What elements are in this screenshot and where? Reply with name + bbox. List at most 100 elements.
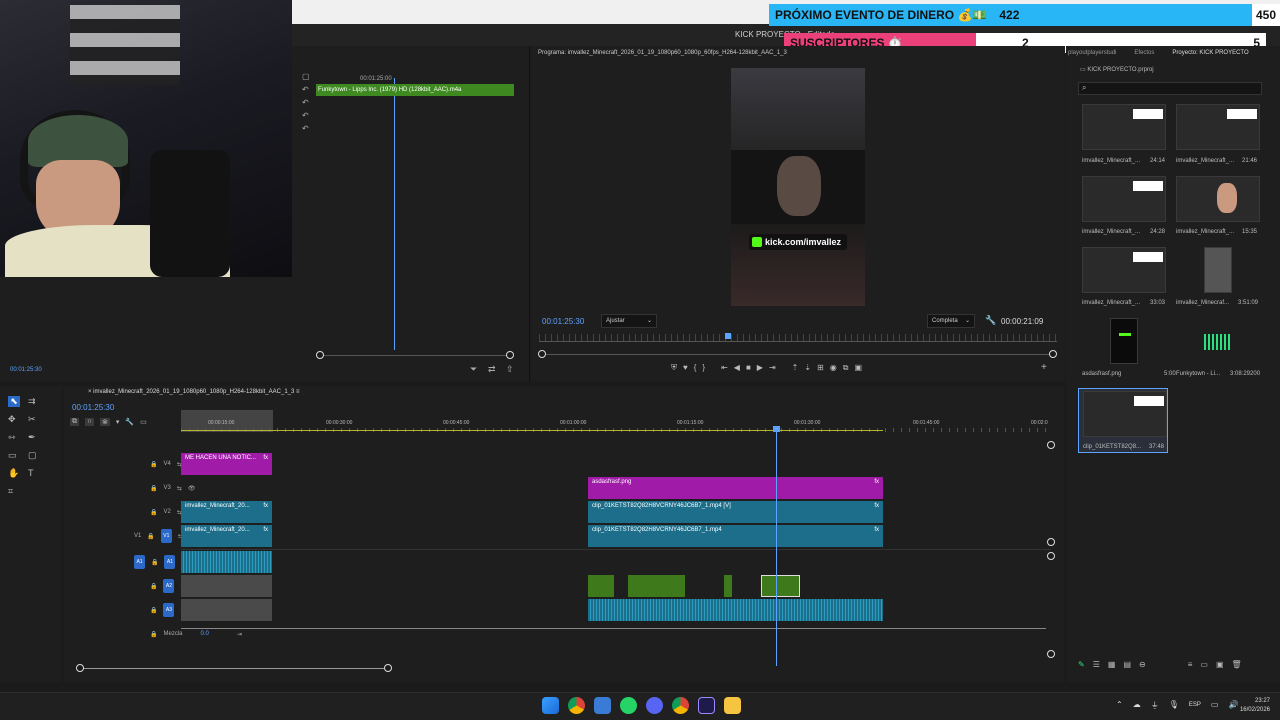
go-to-out-icon[interactable]: ⇥ xyxy=(769,363,776,373)
clip-a2-music-3[interactable] xyxy=(724,575,732,597)
filter-icon[interactable]: ⏷ xyxy=(470,364,477,375)
project-item-selected[interactable]: clip_01KETST82Q8... 37:48 xyxy=(1078,388,1168,453)
mix-end-icon[interactable]: ⇥ xyxy=(237,631,242,638)
mix-value[interactable]: 0.0 xyxy=(201,631,209,637)
program-ruler[interactable] xyxy=(539,334,1057,342)
clip-v2-right[interactable]: clip_01KETST82Q82H8VCRNY46JC6B7_1.mp4 [V… xyxy=(588,501,883,523)
tab-proyecto[interactable]: Proyecto: KICK PROYECTO xyxy=(1172,50,1248,56)
clip-a3-audio[interactable] xyxy=(588,599,883,621)
undo-icon[interactable]: ↶ xyxy=(302,122,310,135)
timeline-scroll-right[interactable] xyxy=(384,664,392,672)
icon-square[interactable]: ▢ xyxy=(302,70,310,83)
undo-icon[interactable]: ↶ xyxy=(302,96,310,109)
timeline-timecode[interactable]: 00:01:25:30 xyxy=(72,403,114,412)
project-item-thumb[interactable] xyxy=(1176,104,1260,150)
stop-icon[interactable]: ■ xyxy=(746,363,751,373)
file-explorer-icon[interactable] xyxy=(724,697,741,714)
program-zoom-track[interactable] xyxy=(543,354,1055,355)
chrome-alt-icon[interactable] xyxy=(672,697,689,714)
overlay-icon[interactable]: ▣ xyxy=(854,363,862,373)
audio-waveform-icon[interactable] xyxy=(1204,334,1232,350)
nest-icon[interactable]: ⧉ xyxy=(70,418,79,426)
new-bin-icon[interactable]: ▭ xyxy=(1200,660,1208,669)
clip-v3-image[interactable]: asdasfrasf.png fx xyxy=(588,477,883,499)
timeline-vscroll-knob[interactable] xyxy=(1047,538,1055,546)
timeline-vscroll-knob[interactable] xyxy=(1047,552,1055,560)
source-scroll-right-handle[interactable] xyxy=(506,351,514,359)
clip-v1-right[interactable]: clip_01KETST82Q82H8VCRNY46JC6B7_1.mp4 fx xyxy=(588,525,883,547)
lock-icon[interactable]: 🔒 xyxy=(151,559,158,566)
new-item-icon[interactable]: ▣ xyxy=(1216,660,1224,669)
hand-tool-icon[interactable]: ✋ xyxy=(8,468,20,479)
clip-a3-empty[interactable] xyxy=(181,599,272,621)
track-target-v1[interactable]: V1 xyxy=(160,529,172,543)
step-back-icon[interactable]: ◀︎ xyxy=(734,363,740,373)
store-icon[interactable] xyxy=(594,697,611,714)
program-zoom-left[interactable] xyxy=(538,350,546,358)
step-forward-icon[interactable]: ▶︎ xyxy=(757,363,763,373)
chevron-up-icon[interactable]: ⌃ xyxy=(1116,700,1123,711)
linked-selection-icon[interactable]: ⊗ xyxy=(100,418,110,426)
usb-icon[interactable]: ⏚ xyxy=(1151,700,1159,711)
clip-a2-music-1[interactable] xyxy=(588,575,614,597)
lift-icon[interactable]: ⇡ xyxy=(792,363,799,373)
source-patch-v1[interactable]: V1 xyxy=(134,533,141,539)
language-indicator[interactable]: ESP xyxy=(1189,700,1201,711)
snap-icon[interactable]: ∩ xyxy=(85,418,95,426)
clock[interactable]: 23:27 16/02/2026 xyxy=(1226,697,1270,715)
windows-start-icon[interactable] xyxy=(542,697,559,714)
track-target-a1[interactable]: A1 xyxy=(164,555,176,569)
zoom-slider-icon[interactable]: ⊖ xyxy=(1139,660,1146,669)
extract-icon[interactable]: ⇣ xyxy=(804,363,811,373)
chrome-icon[interactable] xyxy=(568,697,585,714)
lock-icon[interactable]: 🔒 xyxy=(147,533,154,540)
list-view-icon[interactable]: ☰ xyxy=(1093,660,1100,669)
clip-a1-audio[interactable] xyxy=(181,551,272,573)
undo-icon[interactable]: ↶ xyxy=(302,109,310,122)
slip-tool-icon[interactable]: ⇿ xyxy=(8,432,20,443)
clip-a2-music-2[interactable] xyxy=(628,575,685,597)
add-marker-icon[interactable]: ♥ xyxy=(683,363,688,373)
razor-icon[interactable]: ✂ xyxy=(28,414,40,425)
export-icon[interactable]: ⇧ xyxy=(506,364,514,375)
timeline-scroll-left[interactable] xyxy=(76,664,84,672)
rectangle-tool-alt-icon[interactable]: ▢ xyxy=(28,450,40,461)
lock-icon[interactable]: 🔒 xyxy=(150,509,157,516)
track-select-icon[interactable]: ⇉ xyxy=(28,396,40,407)
undo-icon[interactable]: ↶ xyxy=(302,83,310,96)
project-item-thumb[interactable] xyxy=(1082,247,1166,293)
wrench-icon[interactable]: ⇄ xyxy=(488,364,496,375)
fit-dropdown[interactable]: Ajustar ⌄ xyxy=(601,314,657,328)
delete-icon[interactable]: 🗑 xyxy=(1232,660,1242,669)
source-scroll-left-handle[interactable] xyxy=(316,351,324,359)
type-tool-icon[interactable]: T xyxy=(28,468,40,479)
timeline-playhead[interactable] xyxy=(776,426,777,666)
tab-efectos[interactable]: Efectos xyxy=(1134,50,1154,56)
icon-view-icon[interactable]: ▦ xyxy=(1108,660,1116,669)
network-icon[interactable]: ▭ xyxy=(1211,700,1219,711)
mic-icon[interactable]: 🎙 xyxy=(1169,700,1179,711)
project-item-thumb[interactable] xyxy=(1204,247,1232,293)
project-item-thumb[interactable] xyxy=(1082,176,1166,222)
whatsapp-icon[interactable] xyxy=(620,697,637,714)
caption-tool-icon[interactable]: ⌗ xyxy=(8,486,20,497)
freeform-view-icon[interactable]: ▤ xyxy=(1123,660,1131,669)
clip-v4-title[interactable]: ME HACEN UNA NOTIC... fx xyxy=(181,453,272,475)
project-item-thumb[interactable] xyxy=(1176,176,1260,222)
timeline-ruler[interactable]: 00:00:15:00 00:00:30:00 00:00:45:00 00:0… xyxy=(181,410,1051,432)
go-to-in-icon[interactable]: ⇤ xyxy=(721,363,728,373)
add-button-icon[interactable]: + xyxy=(1041,362,1047,373)
sort-icon[interactable]: ≡ xyxy=(1188,660,1193,669)
cloud-icon[interactable]: ☁ xyxy=(1133,700,1141,711)
wrench-icon[interactable]: 🔧 xyxy=(125,418,134,426)
project-search-input[interactable]: ⌕ xyxy=(1078,82,1262,95)
pen-tool-icon[interactable]: ✒ xyxy=(28,432,40,443)
timeline-tab[interactable]: × imvallez_Minecraft_2026_01_19_1080p60_… xyxy=(88,389,300,395)
source-patch-a1[interactable]: A1 xyxy=(134,555,145,569)
ripple-edit-icon[interactable]: ✥ xyxy=(8,414,20,425)
clip-a2-music-4[interactable] xyxy=(761,575,800,597)
premiere-icon[interactable] xyxy=(698,697,715,714)
project-item-thumb[interactable] xyxy=(1082,104,1166,150)
eye-icon[interactable]: 👁 xyxy=(188,485,196,492)
lock-icon[interactable]: 🔒 xyxy=(150,485,157,492)
